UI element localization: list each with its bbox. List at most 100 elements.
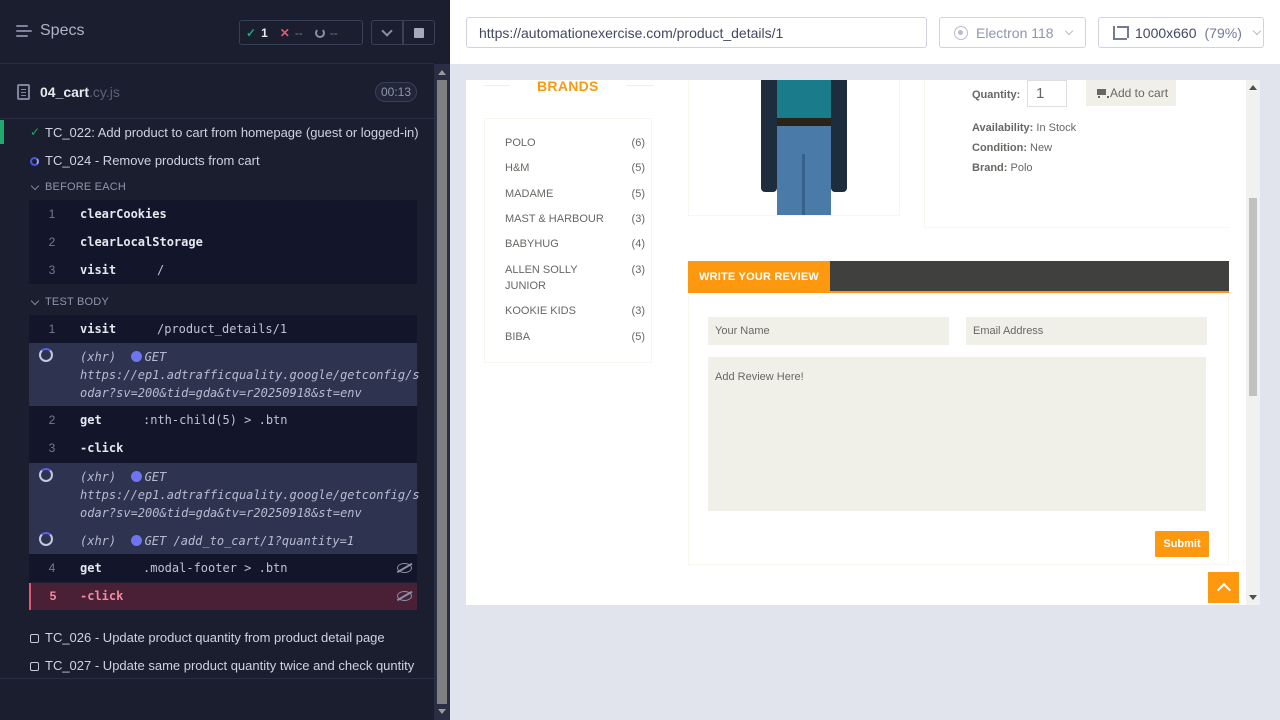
request-dot-icon <box>130 351 142 362</box>
command-row[interactable]: 4 get .modal-footer > .btn <box>29 554 417 582</box>
scroll-down-icon[interactable] <box>1249 595 1257 600</box>
pending-square-icon <box>30 632 39 646</box>
reporter-scrollbar[interactable] <box>434 64 450 720</box>
xhr-row[interactable]: (xhr) GET https://ep1.adtrafficquality.g… <box>29 343 420 406</box>
stop-icon <box>414 27 424 38</box>
pending-square-icon <box>30 660 39 674</box>
file-icon <box>17 84 30 100</box>
chevron-down-icon <box>1252 26 1262 36</box>
request-dot-icon <box>130 471 142 482</box>
test-title: TC_022: Add product to cart from homepag… <box>45 124 419 140</box>
quantity-label: Quantity: <box>972 89 1021 101</box>
specs-list-icon <box>16 24 32 38</box>
scroll-up-icon[interactable] <box>438 70 446 75</box>
command-row[interactable]: 1 visit /product_details/1 <box>29 315 417 343</box>
caret-down-icon <box>30 181 40 190</box>
cart-icon <box>1096 88 1109 98</box>
cypress-runner: Specs ✓ 1 ✕ -- -- 04_cart.cy.js 00:13 ✓ … <box>0 0 1280 720</box>
brand-link[interactable]: KOOKIE KIDS (3) <box>505 303 645 319</box>
submit-review-button[interactable]: Submit <box>1155 531 1209 557</box>
scroll-to-top-button[interactable] <box>1208 572 1239 603</box>
specs-button[interactable]: Specs <box>16 22 84 40</box>
command-row[interactable]: 3 visit / <box>29 256 417 284</box>
test-item[interactable]: ✓ TC_022: Add product to cart from homep… <box>0 118 434 146</box>
review-tabs: WRITE YOUR REVIEW <box>688 261 1229 293</box>
scroll-thumb[interactable] <box>1249 198 1257 396</box>
test-item[interactable]: TC_024 - Remove products from cart <box>0 146 434 174</box>
quantity-input[interactable]: 1 <box>1027 80 1067 107</box>
command-row-current[interactable]: 5 -click <box>29 583 417 610</box>
availability: Availability: In Stock <box>972 122 1077 134</box>
aut-header: https://automationexercise.com/product_d… <box>450 0 1280 64</box>
chevron-down-icon <box>381 24 393 37</box>
xhr-row[interactable]: (xhr) GET https://ep1.adtrafficquality.g… <box>29 463 420 554</box>
test-title: TC_026 - Update product quantity from pr… <box>45 629 385 645</box>
collapse-all-button[interactable] <box>371 20 403 45</box>
failed-count: -- <box>294 25 303 40</box>
test-body-hook[interactable]: TEST BODY <box>30 296 109 308</box>
chevron-up-icon <box>1216 582 1231 598</box>
scroll-thumb[interactable] <box>437 80 447 704</box>
brand-link[interactable]: MAST & HARBOUR (3) <box>505 211 645 227</box>
pending-count: -- <box>329 25 338 40</box>
electron-icon <box>954 25 968 40</box>
scroll-down-icon[interactable] <box>438 709 446 714</box>
command-row[interactable]: 2 get :nth-child(5) > .btn <box>29 406 417 434</box>
eye-slash-icon <box>397 563 412 573</box>
test-item[interactable]: TC_026 - Update product quantity from pr… <box>0 623 434 651</box>
product-info <box>924 80 1230 228</box>
tab-write-review[interactable]: WRITE YOUR REVIEW <box>688 261 830 293</box>
brand: Brand: Polo <box>972 162 1033 174</box>
check-icon: ✓ <box>246 25 257 40</box>
brand-link[interactable]: POLO (6) <box>505 135 645 151</box>
eye-slash-icon <box>397 591 412 601</box>
test-title: TC_024 - Remove products from cart <box>45 152 260 168</box>
pending-stat: -- <box>309 26 344 40</box>
review-name-input[interactable]: Your Name <box>708 317 949 345</box>
divider <box>626 85 654 86</box>
review-email-input[interactable]: Email Address <box>966 317 1207 345</box>
url-bar[interactable]: https://automationexercise.com/product_d… <box>466 17 927 48</box>
passed-count: 1 <box>261 25 268 40</box>
aut-iframe: BRANDS POLO (6) H&M (5) MADAME (5) MAST & H… <box>466 80 1260 605</box>
test-stats: ✓ 1 ✕ -- -- <box>239 20 363 45</box>
browser-selector[interactable]: Electron 118 <box>939 17 1086 48</box>
test-item[interactable]: TC_027 - Update same product quantity tw… <box>0 651 434 679</box>
brand-link[interactable]: BABYHUG (4) <box>505 236 645 252</box>
reporter-header: Specs ✓ 1 ✕ -- -- <box>0 0 435 64</box>
failed-stat: ✕ -- <box>274 26 309 40</box>
viewport-info[interactable]: 1000x660 (79%) <box>1098 17 1264 48</box>
review-textarea[interactable]: Add Review Here! <box>708 357 1206 511</box>
spinner-icon <box>39 468 53 482</box>
aut-panel: https://automationexercise.com/product_d… <box>450 0 1280 720</box>
spec-file-name: 04_cart.cy.js <box>40 84 120 100</box>
brand-link[interactable]: H&M (5) <box>505 160 645 176</box>
scroll-up-icon[interactable] <box>1249 85 1257 90</box>
spec-file-row[interactable]: 04_cart.cy.js <box>0 65 434 119</box>
specs-label: Specs <box>40 22 85 39</box>
stop-button[interactable] <box>403 20 435 45</box>
product-image <box>688 80 900 216</box>
brands-heading: BRANDS <box>537 80 599 94</box>
caret-down-icon <box>30 296 40 305</box>
spinner-icon <box>39 348 53 362</box>
iframe-scrollbar[interactable] <box>1246 80 1260 605</box>
condition: Condition: New <box>972 142 1053 154</box>
pending-icon <box>314 27 325 38</box>
command-row[interactable]: 3 -click <box>29 434 417 463</box>
add-to-cart-button[interactable]: Add to cart <box>1086 80 1176 106</box>
brand-link[interactable]: MADAME (5) <box>505 186 645 202</box>
divider <box>484 85 510 86</box>
run-duration: 00:13 <box>375 82 417 102</box>
command-row[interactable]: 2 clearLocalStorage <box>29 228 417 256</box>
command-row[interactable]: 1 clearCookies <box>29 200 417 228</box>
before-each-hook[interactable]: BEFORE EACH <box>30 181 126 193</box>
passed-stat: ✓ 1 <box>240 26 274 40</box>
brand-link[interactable]: BIBA (5) <box>505 329 645 345</box>
spinner-icon <box>39 532 53 546</box>
brand-link[interactable]: ALLEN SOLLY JUNIOR (3) <box>505 262 645 294</box>
chevron-down-icon <box>1064 26 1073 36</box>
check-icon: ✓ <box>30 125 41 139</box>
running-icon <box>30 155 39 169</box>
request-dot-icon <box>130 535 142 546</box>
